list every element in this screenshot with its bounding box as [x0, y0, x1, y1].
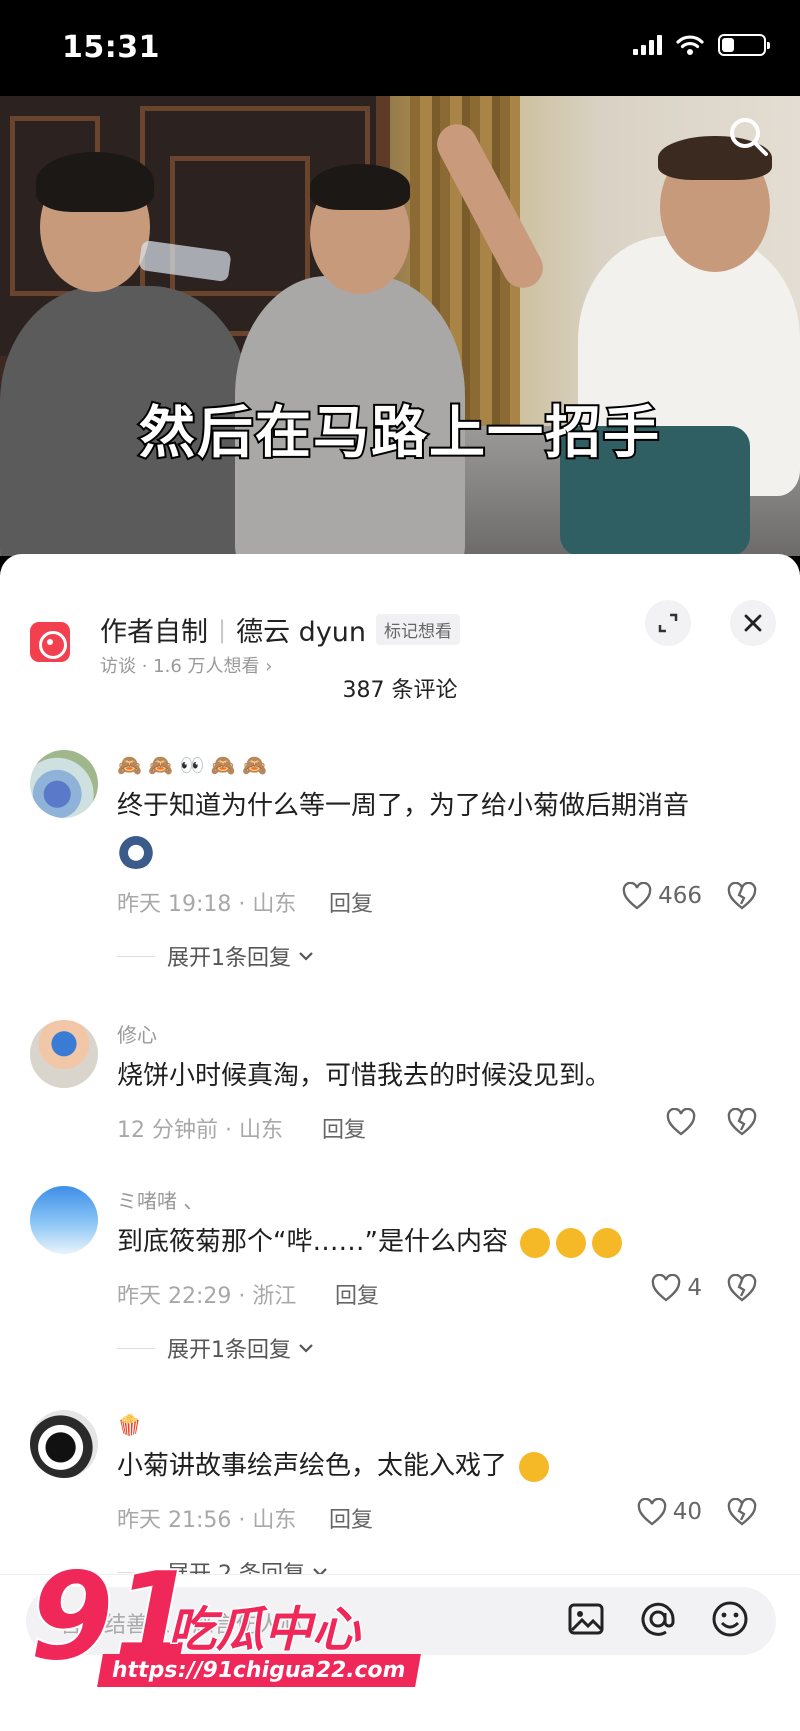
comment-item: 修心 烧饼小时候真淘，可惜我去的时候没见到。 12 分钟前 · 山东 回复 — [30, 1020, 780, 1143]
like-button[interactable]: 40 — [637, 1498, 702, 1526]
reply-button[interactable]: 回复 — [329, 886, 373, 918]
comment-date: 昨天 21:56 · 山东 — [117, 1508, 297, 1533]
status-bar: 15:31 — [0, 0, 800, 96]
reply-button[interactable]: 回复 — [322, 1112, 366, 1144]
comment-text: 小菊讲故事绘声绘色，太能入戏了 — [117, 1444, 757, 1488]
like-count: 40 — [672, 1499, 702, 1525]
like-button[interactable]: 4 — [651, 1274, 702, 1302]
wifi-icon — [676, 35, 704, 55]
dislike-icon[interactable] — [727, 1108, 757, 1136]
crying-laughing-emoji-icon — [520, 1227, 551, 1258]
comment-text: 烧饼小时候真淘，可惜我去的时候没见到。 — [117, 1061, 612, 1091]
husky-sticker-icon — [117, 832, 155, 869]
comment-count: 387 条评论 — [342, 678, 458, 703]
username[interactable]: 🙈 🙈 👀 🙈 🙈 — [117, 750, 757, 780]
avatar[interactable] — [30, 1020, 98, 1088]
avatar[interactable] — [30, 1186, 98, 1254]
crying-laughing-emoji-icon — [556, 1227, 587, 1258]
dislike-icon[interactable] — [727, 1498, 757, 1526]
expand-button[interactable] — [645, 600, 691, 646]
comment-input-bar: 善语结善缘，恶言伤人心 — [0, 1574, 800, 1731]
separator: | — [218, 615, 227, 644]
username[interactable]: 🍿 — [117, 1410, 757, 1440]
video-player[interactable]: 然后在马路上一招手 — [0, 96, 800, 556]
search-icon[interactable] — [726, 114, 770, 158]
comment-footer: 12 分钟前 · 山东 回复 — [117, 1108, 757, 1148]
crying-laughing-emoji-icon — [592, 1227, 623, 1258]
comment-date: 12 分钟前 · 山东 — [117, 1118, 283, 1143]
comment-sheet: 作者自制 | 德云 dyun 标记想看 访谈 · 1.6 万人想看 › 387 … — [0, 554, 800, 1731]
author-title[interactable]: 作者自制 | 德云 dyun 标记想看 — [100, 610, 461, 649]
comment-footer: 昨天 22:29 · 浙江 回复 4 — [117, 1274, 757, 1314]
username[interactable]: ミ啫啫 、 — [117, 1186, 757, 1216]
image-icon[interactable] — [566, 1599, 606, 1639]
like-count: 466 — [658, 883, 702, 909]
thinking-emoji-icon — [519, 1451, 550, 1482]
heart-icon — [622, 882, 652, 910]
like-count: 4 — [687, 1275, 702, 1301]
heart-icon — [666, 1108, 696, 1136]
comment-item: ミ啫啫 、 到底筱菊那个“哔……”是什么内容 昨天 22:29 · 浙江 回复 … — [30, 1186, 780, 1366]
author-label: 作者自制 — [100, 617, 208, 648]
emoji-icon[interactable] — [710, 1599, 750, 1639]
mark-want-tag[interactable]: 标记想看 — [376, 614, 461, 645]
video-subtitle: 然后在马路上一招手 — [137, 399, 661, 468]
expand-replies[interactable]: 展开1条回复 — [117, 936, 757, 976]
app-logo-icon — [30, 622, 70, 662]
cellular-signal-icon — [633, 35, 662, 55]
reply-button[interactable]: 回复 — [335, 1278, 379, 1310]
like-button[interactable] — [666, 1108, 702, 1136]
comment-item: 🙈 🙈 👀 🙈 🙈 终于知道为什么等一周了，为了给小菊做后期消音 昨天 19:1… — [30, 750, 780, 971]
dislike-icon[interactable] — [727, 1274, 757, 1302]
battery-icon — [718, 34, 770, 56]
expand-icon — [658, 613, 678, 633]
comment-text: 到底筱菊那个“哔……”是什么内容 — [117, 1220, 757, 1264]
dislike-icon[interactable] — [727, 882, 757, 910]
chevron-down-icon — [299, 952, 313, 961]
avatar[interactable] — [30, 750, 98, 818]
comment-footer: 昨天 21:56 · 山东 回复 40 — [117, 1498, 757, 1538]
avatar[interactable] — [30, 1410, 98, 1478]
expand-replies[interactable]: 展开1条回复 — [117, 1328, 757, 1368]
username[interactable]: 修心 — [117, 1020, 757, 1050]
input-actions — [566, 1599, 750, 1639]
status-icons — [633, 34, 770, 56]
like-button[interactable]: 466 — [622, 882, 702, 910]
close-button[interactable] — [730, 600, 776, 646]
reply-button[interactable]: 回复 — [329, 1502, 373, 1534]
heart-icon — [637, 1498, 667, 1526]
author-name[interactable]: 德云 dyun — [236, 610, 366, 649]
heart-icon — [652, 1274, 681, 1302]
comment-date: 昨天 22:29 · 浙江 — [117, 1284, 297, 1309]
author-header: 作者自制 | 德云 dyun 标记想看 访谈 · 1.6 万人想看 › — [30, 584, 776, 677]
status-time: 15:31 — [62, 30, 160, 65]
comment-text: 终于知道为什么等一周了，为了给小菊做后期消音 — [117, 784, 757, 872]
comment-input-placeholder: 善语结善缘，恶言伤人心 — [60, 1613, 303, 1638]
chevron-down-icon — [299, 1344, 313, 1353]
at-mention-icon[interactable] — [638, 1599, 678, 1639]
close-icon — [744, 614, 762, 632]
comment-footer: 昨天 19:18 · 山东 回复 466 — [117, 882, 757, 922]
comment-date: 昨天 19:18 · 山东 — [117, 892, 297, 917]
